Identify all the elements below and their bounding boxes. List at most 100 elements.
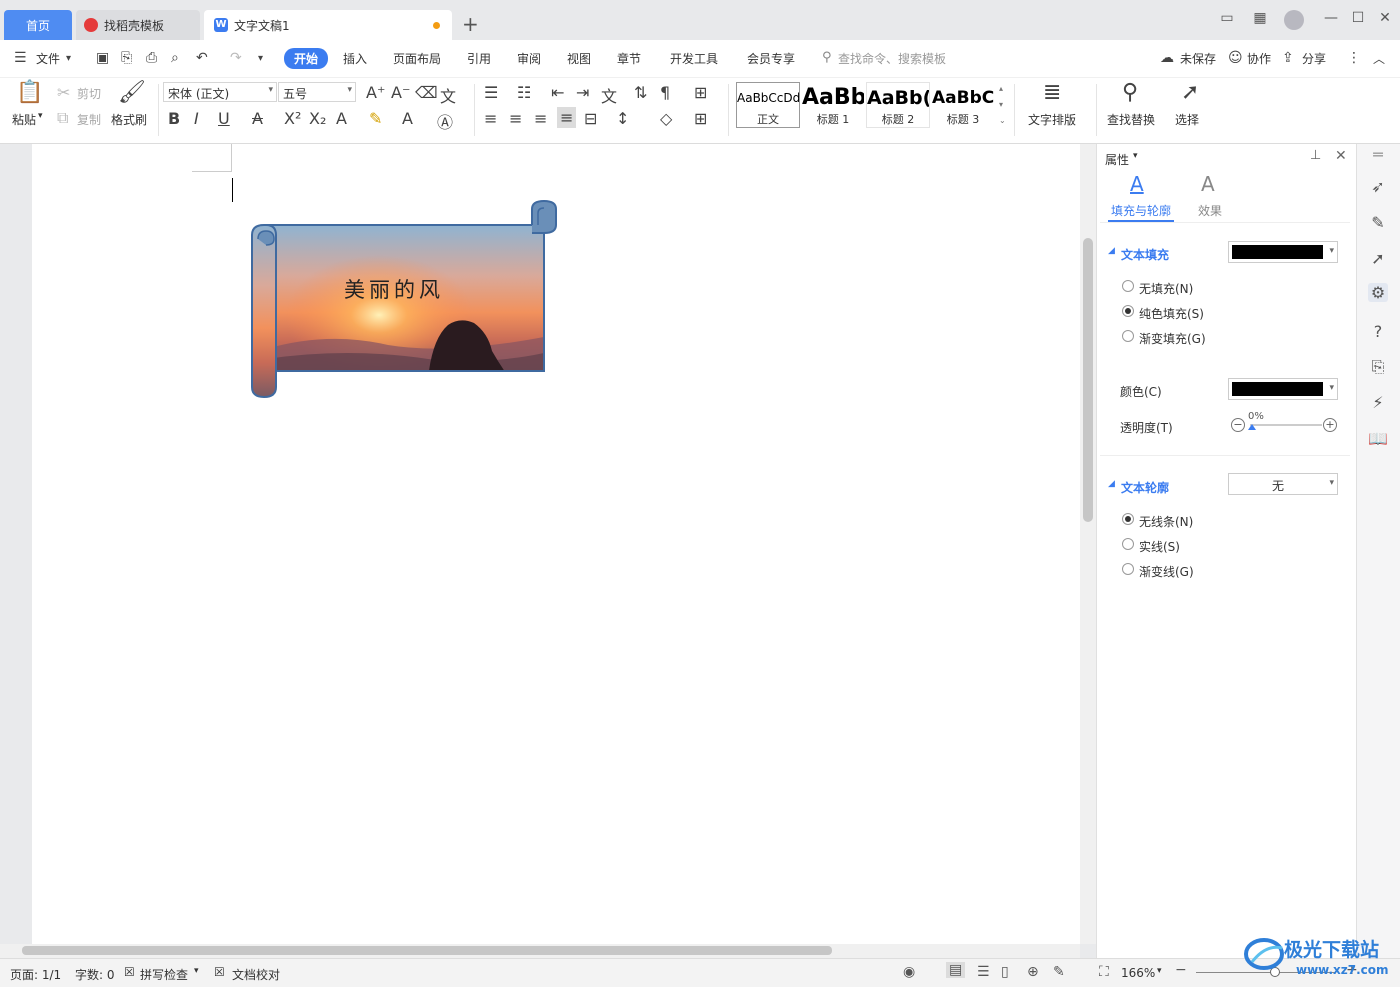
transparency-slider[interactable] [1250,424,1322,426]
outline-gradient-radio[interactable] [1122,563,1134,575]
styles-scroll-up-icon[interactable]: ▴ [999,84,1003,93]
clear-format-icon[interactable]: ⌫ [415,83,438,102]
zoom-level[interactable]: 166% [1121,966,1155,980]
help-icon[interactable]: ? [1368,322,1388,341]
increase-indent-icon[interactable]: ⇥ [576,83,589,102]
fill-gradient-label[interactable]: 渐变填充(G) [1139,330,1206,347]
menu-tab-member[interactable]: 会员专享 [747,50,795,67]
highlight-icon[interactable]: ✎ [369,109,382,128]
format-painter-button[interactable]: 格式刷 [111,111,147,128]
share-button[interactable]: 分享 [1302,50,1326,67]
outline-solid-radio[interactable] [1122,538,1134,550]
fill-none-label[interactable]: 无填充(N) [1139,280,1193,297]
shading-icon[interactable]: ◇ [660,109,672,128]
pen-icon[interactable]: ✎ [1368,213,1388,232]
style-heading-3[interactable]: AaBbC( 标题 3 [931,82,995,128]
save-icon[interactable]: ▣ [96,50,109,66]
menu-tab-insert[interactable]: 插入 [343,50,367,67]
cut-icon[interactable]: ✂ [57,83,70,102]
new-tab-button[interactable]: + [462,12,479,36]
menu-tab-home[interactable]: 开始 [284,48,329,69]
color-select[interactable] [1228,378,1338,400]
phonetic-guide-icon[interactable]: 文 [440,83,456,107]
command-search-input[interactable]: 查找命令、搜索模板 [838,50,946,67]
copy-button[interactable]: 复制 [77,111,101,128]
menu-tab-view[interactable]: 视图 [567,50,591,67]
redo-icon[interactable]: ↷ [230,50,242,66]
paste-icon[interactable]: 📋 [16,80,43,105]
justify-icon[interactable]: ≡ [557,107,577,128]
zoom-dropdown-icon[interactable]: ▾ [1157,966,1162,976]
distribute-icon[interactable]: ⊟ [584,109,597,128]
align-left-icon[interactable]: ≡ [484,109,497,128]
sort-icon[interactable]: ⇅ [634,83,647,102]
style-normal[interactable]: AaBbCcDd 正文 [736,82,800,128]
fill-gradient-radio[interactable] [1122,330,1134,342]
maximize-button[interactable]: ☐ [1347,10,1369,26]
style-heading-1[interactable]: AaBb 标题 1 [801,82,865,128]
window-layout-icon[interactable]: ▭ [1216,10,1238,26]
char-border-icon[interactable]: Ⓐ [437,109,453,133]
chevron-down-icon[interactable]: ▾ [66,53,71,64]
spellcheck-button[interactable]: 拼写检查 [140,966,188,983]
word-count[interactable]: 字数: 0 [75,966,115,983]
bold-icon[interactable]: B [168,109,180,128]
collaborate-button[interactable]: 协作 [1247,50,1271,67]
select-cursor-icon[interactable]: ➚ [1181,80,1199,105]
smart-tools-icon[interactable]: ⚡ [1368,393,1388,412]
scroll-banner-text[interactable]: 美丽的风 [344,274,444,304]
cut-button[interactable]: 剪切 [77,85,101,102]
reading-view-icon[interactable]: ▯ [1001,964,1009,980]
zoom-out-icon[interactable]: − [1175,962,1187,978]
align-right-icon[interactable]: ≡ [534,109,547,128]
tab-effect[interactable]: 效果 [1198,202,1222,219]
chinese-layout-icon[interactable]: 文 [601,83,617,107]
print-icon[interactable]: ⎙ [146,50,157,66]
paste-button[interactable]: 粘贴 [12,111,36,128]
outline-none-label[interactable]: 无线条(N) [1139,513,1193,530]
font-color-icon[interactable]: A [402,109,413,128]
tab-template[interactable]: 找稻壳模板 [76,10,200,40]
fill-outline-icon[interactable]: A [1130,172,1144,196]
show-marks-icon[interactable]: ¶ [660,83,670,102]
text-layout-button[interactable]: 文字排版 [1028,111,1076,128]
minimize-button[interactable]: — [1320,10,1342,26]
copy-icon[interactable]: ⧉ [57,108,68,128]
font-name-select[interactable]: 宋体 (正文) [163,82,277,102]
align-center-icon[interactable]: ≡ [509,109,522,128]
outline-gradient-label[interactable]: 渐变线(G) [1139,563,1194,580]
text-fill-heading[interactable]: 文本填充 [1121,246,1169,263]
styles-scroll-down-icon[interactable]: ▾ [999,100,1003,109]
menu-tab-review[interactable]: 审阅 [517,50,541,67]
menu-tab-layout[interactable]: 页面布局 [393,50,441,67]
tab-home[interactable]: 首页 [4,10,72,40]
fit-page-icon[interactable]: ⛶ [1099,964,1109,980]
reading-mode-icon[interactable]: 📖 [1368,429,1388,448]
panel-title-dropdown-icon[interactable]: ▾ [1133,151,1138,161]
vertical-scroll-thumb[interactable] [1083,238,1093,522]
page-count[interactable]: 页面: 1/1 [10,966,61,983]
text-effect-icon[interactable]: A [336,109,347,128]
export-pdf-icon[interactable]: ⎘ [121,50,132,66]
text-outline-heading[interactable]: 文本轮廓 [1121,479,1169,496]
tab-fill-outline[interactable]: 填充与轮廓 [1111,202,1171,219]
collapse-text-fill-icon[interactable]: ◢ [1108,246,1115,256]
numbered-list-icon[interactable]: ☷ [517,83,531,102]
menu-tab-references[interactable]: 引用 [467,50,491,67]
menu-tab-developer[interactable]: 开发工具 [670,50,718,67]
page-view-icon[interactable]: ▤ [946,962,966,978]
bullet-list-icon[interactable]: ☰ [484,83,498,102]
superscript-icon[interactable]: X² [284,109,301,128]
print-preview-icon[interactable]: ⌕ [171,50,179,66]
find-replace-icon[interactable]: ⚲ [1122,80,1138,105]
fill-none-radio[interactable] [1122,280,1134,292]
collapse-ribbon-icon[interactable]: ︿ [1373,50,1385,67]
select-button[interactable]: 选择 [1175,111,1199,128]
close-window-button[interactable]: ✕ [1374,10,1396,26]
document-canvas[interactable]: 美丽的风 [0,144,1080,944]
close-panel-icon[interactable]: ✕ [1335,148,1347,164]
font-size-select[interactable]: 五号 [278,82,356,102]
paste-dropdown-icon[interactable]: ▾ [38,111,43,121]
avatar[interactable] [1284,10,1304,30]
unsaved-status[interactable]: 未保存 [1180,50,1216,67]
